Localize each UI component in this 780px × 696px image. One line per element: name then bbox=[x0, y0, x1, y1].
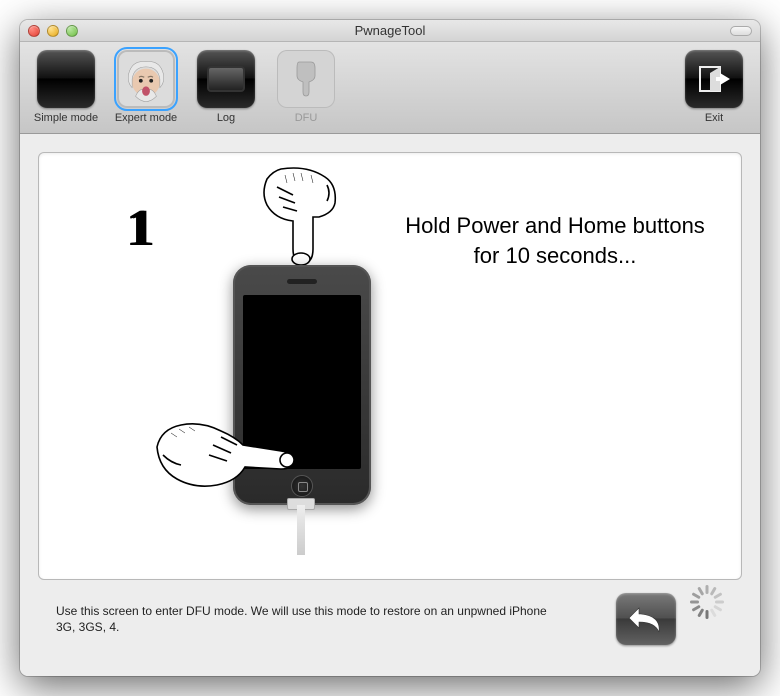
toolbar: Simple mode Expert mode bbox=[20, 42, 760, 134]
toolbar-label: Simple mode bbox=[34, 112, 98, 124]
instruction-text: Hold Power and Home buttons for 10 secon… bbox=[391, 211, 719, 270]
simple-mode-icon bbox=[37, 50, 95, 108]
loading-spinner-icon bbox=[690, 602, 724, 636]
log-icon bbox=[197, 50, 255, 108]
titlebar: PwnageTool bbox=[20, 20, 760, 42]
simple-mode-button[interactable]: Simple mode bbox=[30, 50, 102, 124]
toolbar-label: DFU bbox=[295, 112, 318, 124]
window-title: PwnageTool bbox=[20, 23, 760, 38]
window-controls bbox=[28, 25, 78, 37]
dfu-hand-icon bbox=[277, 50, 335, 108]
exit-icon bbox=[685, 50, 743, 108]
footer: Use this screen to enter DFU mode. We wi… bbox=[38, 580, 742, 658]
app-window: PwnageTool Simple mode Expert mo bbox=[20, 20, 760, 676]
step-number: 1 bbox=[127, 199, 153, 258]
help-text: Use this screen to enter DFU mode. We wi… bbox=[56, 603, 566, 635]
back-arrow-icon bbox=[627, 602, 665, 636]
content-area: 1 bbox=[20, 134, 760, 676]
expert-mode-button[interactable]: Expert mode bbox=[110, 50, 182, 124]
hand-pointing-right-icon bbox=[151, 411, 301, 516]
back-button[interactable] bbox=[616, 593, 676, 645]
toolbar-label: Expert mode bbox=[115, 112, 177, 124]
hand-pointing-down-icon bbox=[241, 163, 351, 278]
dfu-illustration: 1 bbox=[61, 153, 371, 579]
zoom-window-button[interactable] bbox=[66, 25, 78, 37]
toolbar-label: Exit bbox=[705, 112, 723, 124]
close-window-button[interactable] bbox=[28, 25, 40, 37]
main-panel: 1 bbox=[38, 152, 742, 580]
toolbar-label: Log bbox=[217, 112, 235, 124]
minimize-window-button[interactable] bbox=[47, 25, 59, 37]
exit-button[interactable]: Exit bbox=[678, 50, 750, 124]
einstein-icon bbox=[117, 50, 175, 108]
toolbar-toggle-pill[interactable] bbox=[730, 26, 752, 36]
dfu-button[interactable]: DFU bbox=[270, 50, 342, 124]
log-button[interactable]: Log bbox=[190, 50, 262, 124]
